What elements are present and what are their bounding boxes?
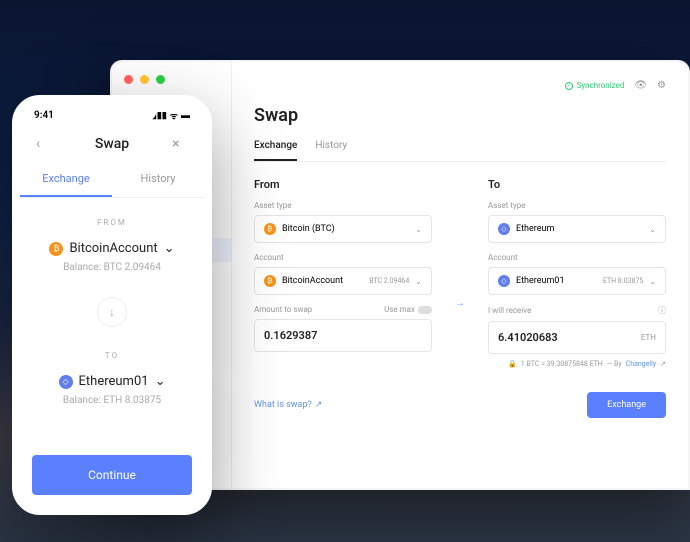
tab-history[interactable]: History xyxy=(315,140,347,161)
exchange-button[interactable]: Exchange xyxy=(587,392,666,418)
swap-direction-arrow: → xyxy=(450,238,470,368)
to-account-select[interactable]: ◇ Ethereum01 ETH 8.03875 ⌄ xyxy=(488,267,666,295)
chevron-down-icon: ⌄ xyxy=(415,277,422,286)
exchange-rate: 🔒1 BTC = 39.30875848 ETH— ByChangelly↗ xyxy=(488,360,666,368)
phone-tabs: Exchange History xyxy=(20,162,204,198)
window-traffic-lights xyxy=(124,75,165,84)
to-section: TO ◇ Ethereum01 ⌄ Balance: ETH 8.03875 xyxy=(20,351,204,406)
to-account-select[interactable]: ◇ Ethereum01 ⌄ xyxy=(36,374,188,389)
tabs: Exchange History xyxy=(254,140,666,162)
sync-label: Synchronized xyxy=(577,81,625,90)
account-name: Ethereum01 xyxy=(516,276,565,286)
chevron-down-icon: ⌄ xyxy=(649,225,656,234)
info-icon[interactable]: ⓘ xyxy=(658,305,666,316)
top-bar: ✓ Synchronized 👁 ⚙ xyxy=(254,80,666,91)
swap-form: From Asset type ₿ Bitcoin (BTC) ⌄ Account… xyxy=(254,178,666,368)
to-header: To xyxy=(488,178,666,191)
asset-name: Ethereum xyxy=(516,224,554,234)
chevron-down-icon: ⌄ xyxy=(649,277,656,286)
tab-exchange[interactable]: Exchange xyxy=(254,140,297,161)
wifi-icon: ᯤ xyxy=(170,109,178,122)
amount-label: Amount to swapUse max xyxy=(254,305,432,314)
what-is-swap-link[interactable]: What is swap?↗ xyxy=(254,400,322,410)
chevron-down-icon: ⌄ xyxy=(164,241,175,256)
account-name: Ethereum01 xyxy=(79,374,149,389)
swap-direction-button[interactable]: ↓ xyxy=(97,297,127,327)
continue-button[interactable]: Continue xyxy=(32,455,192,495)
time-label: 9:41 xyxy=(34,110,54,121)
bitcoin-icon: ₿ xyxy=(264,275,276,287)
from-account-select[interactable]: ₿ BitcoinAccount BTC 2.09464 ⌄ xyxy=(254,267,432,295)
external-icon: ↗ xyxy=(315,400,323,410)
account-balance: BTC 2.09464 xyxy=(369,277,409,285)
bitcoin-icon: ₿ xyxy=(264,223,276,235)
phone-notch xyxy=(67,103,157,123)
visibility-icon[interactable]: 👁 xyxy=(634,80,647,91)
to-amount-display: 6.41020683 ETH xyxy=(488,321,666,354)
balance-label: Balance: BTC 2.09464 xyxy=(36,262,188,273)
check-icon: ✓ xyxy=(565,82,573,90)
from-amount-input[interactable]: 0.1629387 xyxy=(254,319,432,352)
account-label: Account xyxy=(488,253,666,262)
to-label: TO xyxy=(36,351,188,360)
account-label: Account xyxy=(254,253,432,262)
from-label: FROM xyxy=(36,218,188,227)
footer-row: What is swap?↗ Exchange xyxy=(254,392,666,418)
asset-type-label: Asset type xyxy=(254,201,432,210)
lock-icon: 🔒 xyxy=(508,360,517,368)
phone-title: Swap xyxy=(52,136,172,152)
close-icon[interactable] xyxy=(124,75,133,84)
close-icon[interactable]: × xyxy=(172,136,188,152)
sync-status: ✓ Synchronized xyxy=(565,81,625,90)
maximize-icon[interactable] xyxy=(156,75,165,84)
ethereum-icon: ◇ xyxy=(498,223,510,235)
to-asset-select[interactable]: ◇ Ethereum ⌄ xyxy=(488,215,666,243)
ethereum-icon: ◇ xyxy=(498,275,510,287)
amount-value: 6.41020683 xyxy=(498,331,558,344)
asset-name: Bitcoin (BTC) xyxy=(282,224,335,234)
settings-icon[interactable]: ⚙ xyxy=(657,80,666,91)
receive-label: I will receiveⓘ xyxy=(488,305,666,316)
account-name: BitcoinAccount xyxy=(69,241,157,256)
main-content: ✓Synchronized 👁 ⚙ Swap Exchange History … xyxy=(232,62,688,488)
use-max-toggle[interactable] xyxy=(418,306,432,314)
from-column: From Asset type ₿ Bitcoin (BTC) ⌄ Account… xyxy=(254,178,432,368)
page-title: Swap xyxy=(254,105,666,126)
external-icon: ↗ xyxy=(660,360,666,368)
phone-frame: 9:41 ▮▮▮ᯤ▬ ‹ Swap × Exchange History FRO… xyxy=(12,95,212,515)
from-header: From xyxy=(254,178,432,191)
battery-icon: ▬ xyxy=(181,110,190,121)
phone-tab-exchange[interactable]: Exchange xyxy=(20,162,112,197)
bitcoin-icon: ₿ xyxy=(49,242,63,256)
back-icon[interactable]: ‹ xyxy=(36,136,52,152)
asset-type-label: Asset type xyxy=(488,201,666,210)
provider-link[interactable]: Changelly xyxy=(626,360,656,368)
ethereum-icon: ◇ xyxy=(59,375,73,389)
from-account-select[interactable]: ₿ BitcoinAccount ⌄ xyxy=(36,241,188,256)
account-name: BitcoinAccount xyxy=(282,276,343,286)
from-asset-select[interactable]: ₿ Bitcoin (BTC) ⌄ xyxy=(254,215,432,243)
phone-tab-history[interactable]: History xyxy=(112,162,204,197)
balance-label: Balance: ETH 8.03875 xyxy=(36,395,188,406)
chevron-down-icon: ⌄ xyxy=(415,225,422,234)
chevron-down-icon: ⌄ xyxy=(155,374,166,389)
amount-value: 0.1629387 xyxy=(264,329,317,342)
account-balance: ETH 8.03875 xyxy=(603,277,643,285)
from-section: FROM ₿ BitcoinAccount ⌄ Balance: BTC 2.0… xyxy=(20,198,204,273)
use-max-label: Use max xyxy=(384,305,415,314)
phone-header: ‹ Swap × xyxy=(20,122,204,162)
unit-label: ETH xyxy=(641,333,656,342)
to-column: To Asset type ◇ Ethereum ⌄ Account ◇ Ether… xyxy=(488,178,666,368)
minimize-icon[interactable] xyxy=(140,75,149,84)
